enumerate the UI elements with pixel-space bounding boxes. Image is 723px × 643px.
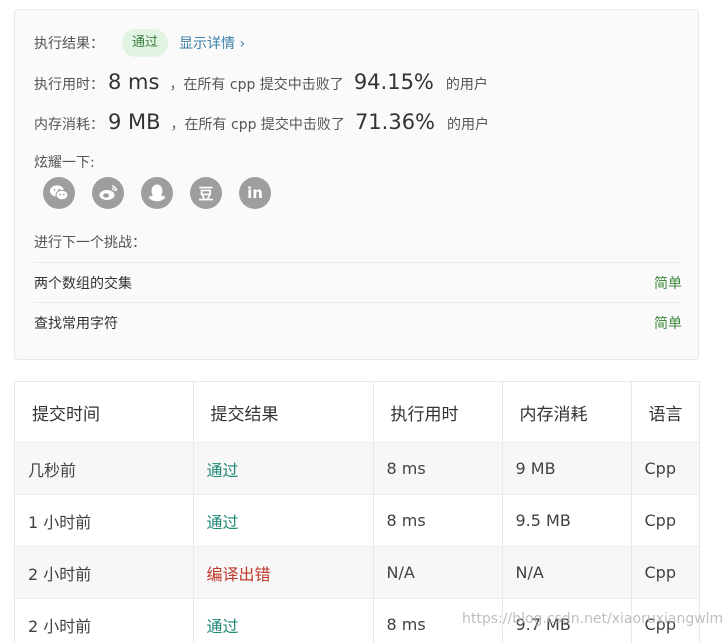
linkedin-icon[interactable]: in [239,177,271,209]
cell-time: 2 小时前 [15,598,194,643]
qq-icon[interactable] [141,177,173,209]
watermark: https://blog.csdn.net/xiaoruxiangwlmx [462,611,723,627]
cell-result-link[interactable]: 通过 [193,494,374,547]
runtime-beat-text: ，在所有 cpp 提交中击败了 [169,77,344,93]
share-icons: 豆 in [43,177,271,209]
cell-lang: Cpp [631,442,699,495]
difficulty-badge: 简单 [654,275,682,292]
runtime-row: 执行用时： 8 ms ，在所有 cpp 提交中击败了 94.15% 的用户 [34,70,488,100]
memory-percent: 71.36% [354,110,436,134]
cell-time: 2 小时前 [15,546,194,599]
douban-icon[interactable]: 豆 [190,177,222,209]
table-row: 2 小时前 编译出错 N/A N/A Cpp [15,546,699,599]
challenge-item[interactable]: 两个数组的交集 简单 [34,262,682,302]
runtime-tail: 的用户 [445,77,488,93]
cell-time: 几秒前 [15,442,194,495]
table-row: 1 小时前 通过 8 ms 9.5 MB Cpp [15,494,699,547]
challenge-title: 两个数组的交集 [34,275,132,292]
weibo-icon[interactable] [92,177,124,209]
cell-runtime: 8 ms [373,494,503,547]
memory-beat-text: ，在所有 cpp 提交中击败了 [170,117,345,133]
result-label: 执行结果： [34,36,104,52]
cell-memory: 9.5 MB [502,494,632,547]
next-challenge-label: 进行下一个挑战： [34,235,146,251]
header-runtime[interactable]: 执行用时 [373,382,503,443]
header-submit-time[interactable]: 提交时间 [15,382,194,443]
show-details-link[interactable]: 显示详情 › [179,33,245,53]
runtime-percent: 94.15% [353,70,434,94]
cell-result-link[interactable]: 通过 [193,442,374,495]
memory-row: 内存消耗： 9 MB ，在所有 cpp 提交中击败了 71.36% 的用户 [34,110,489,140]
cell-lang: Cpp [631,494,699,547]
cell-runtime: 8 ms [373,442,503,495]
submissions-table: 提交时间 提交结果 执行用时 内存消耗 语言 几秒前 通过 8 ms 9 MB … [14,381,700,643]
wechat-icon[interactable] [43,177,75,209]
cell-runtime: N/A [373,546,503,599]
table-header-row: 提交时间 提交结果 执行用时 内存消耗 语言 [15,382,699,443]
header-memory[interactable]: 内存消耗 [502,382,632,443]
cell-memory: N/A [502,546,632,599]
table-row: 几秒前 通过 8 ms 9 MB Cpp [15,442,699,495]
memory-value: 9 MB [108,110,161,134]
header-submit-result[interactable]: 提交结果 [193,382,374,443]
difficulty-badge: 简单 [654,315,682,332]
challenge-title: 查找常用字符 [34,315,118,332]
cell-time: 1 小时前 [15,494,194,547]
memory-label: 内存消耗： [34,117,104,133]
cell-memory: 9 MB [502,442,632,495]
runtime-label: 执行用时： [34,77,104,93]
result-row: 执行结果： 通过 显示详情 › [34,28,245,58]
result-card: 执行结果： 通过 显示详情 › 执行用时： 8 ms ，在所有 cpp 提交中击… [14,9,699,360]
share-label: 炫耀一下: [34,155,95,171]
header-language[interactable]: 语言 [631,382,699,443]
memory-tail: 的用户 [447,117,490,133]
runtime-value: 8 ms [108,70,160,94]
cell-result-link[interactable]: 通过 [193,598,374,643]
status-badge: 通过 [122,29,169,57]
cell-result-link[interactable]: 编译出错 [193,546,374,599]
challenge-item[interactable]: 查找常用字符 简单 [34,302,682,342]
cell-lang: Cpp [631,546,699,599]
